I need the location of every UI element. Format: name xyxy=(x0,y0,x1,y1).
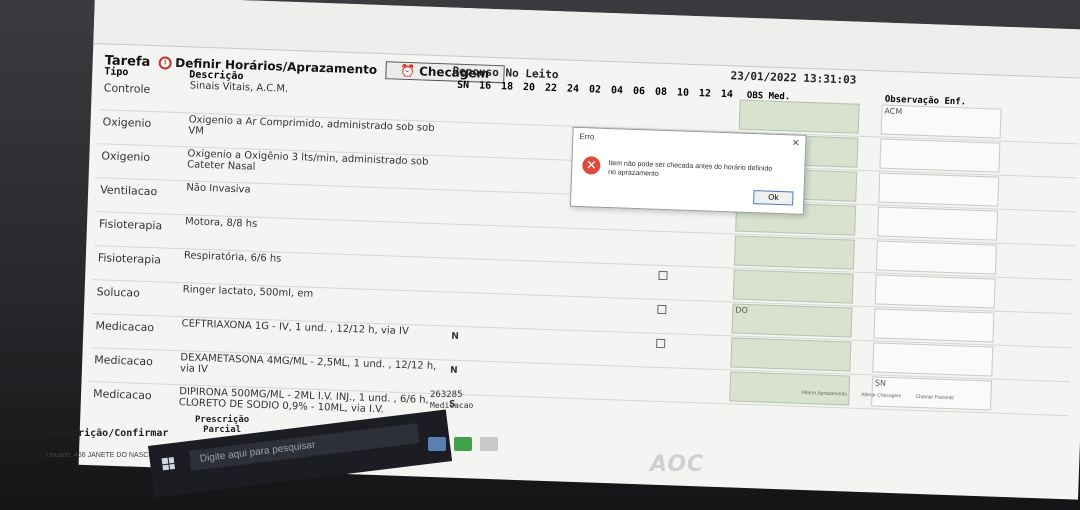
prescription-code-label: Medicacao xyxy=(430,401,474,410)
row-tipo: Controle xyxy=(103,81,151,96)
obs-med-text: DO xyxy=(735,305,749,315)
row-tipo: Oxigenio xyxy=(101,149,151,165)
datetime: 23/01/2022 13:31:03 xyxy=(730,69,857,87)
row-tipo: Fisioterapia xyxy=(98,217,163,233)
taskbar-icons xyxy=(428,437,498,451)
app-icon[interactable] xyxy=(480,437,498,451)
obs-med-cell[interactable] xyxy=(729,371,851,406)
error-dialog: Erro × ✕ Item não pode ser checada antes… xyxy=(569,126,807,215)
row-tipo: Medicacao xyxy=(95,319,155,335)
dialog-message: Item não pode ser checada antes do horár… xyxy=(607,160,773,178)
obs-enf-cell[interactable] xyxy=(877,206,999,241)
obs-med-cell[interactable] xyxy=(730,337,852,372)
close-icon[interactable]: × xyxy=(792,135,799,149)
chamar-paciente-link[interactable]: Chamar Paciente xyxy=(915,394,954,401)
prescricao-confirmar-button[interactable]: Prescrição/Confirmar xyxy=(48,428,168,439)
prescription-code: 263285 xyxy=(430,390,463,400)
obs-enf-cell[interactable] xyxy=(878,172,1000,207)
obs-med-cell[interactable]: DO xyxy=(731,303,853,338)
obs-enf-text: SN xyxy=(874,378,887,388)
check-box[interactable] xyxy=(656,338,666,349)
obs-enf-cell[interactable] xyxy=(874,274,996,309)
dialog-title: Erro xyxy=(579,131,595,142)
obs-enf-cell[interactable] xyxy=(872,342,994,377)
obs-enf-cell[interactable] xyxy=(873,308,995,343)
obs-med-cell[interactable] xyxy=(733,235,855,270)
row-flag: N xyxy=(449,365,458,376)
obs-enf-cell[interactable] xyxy=(875,240,997,275)
row-tipo: Medicacao xyxy=(94,353,154,369)
obs-med-text xyxy=(740,100,744,113)
chrome-icon[interactable] xyxy=(454,437,472,451)
obs-enf-cell[interactable]: ACM xyxy=(880,104,1002,139)
check-box[interactable] xyxy=(658,270,668,281)
obs-enf-cell[interactable] xyxy=(879,138,1001,173)
error-icon: ✕ xyxy=(582,156,601,175)
prescricao-parcial-button[interactable]: Prescrição Parcial xyxy=(195,415,249,435)
row-tipo: Fisioterapia xyxy=(97,251,162,267)
row-tipo: Ventilacao xyxy=(99,183,158,199)
row-tipo: Medicacao xyxy=(92,387,152,403)
clock-icon xyxy=(158,55,172,70)
monitor-brand-logo: AOC xyxy=(650,452,705,477)
row-flag: N xyxy=(451,331,460,342)
row-descricao: Sinais Vitais, A.C.M. xyxy=(189,80,289,95)
obs-med-cell[interactable] xyxy=(738,99,860,134)
ok-button[interactable]: Ok xyxy=(753,190,794,206)
obs-med-cell[interactable] xyxy=(732,269,854,304)
check-box[interactable] xyxy=(657,304,667,315)
obs-enf-text: ACM xyxy=(884,106,903,117)
windows-start-icon[interactable] xyxy=(161,456,175,471)
prescricao-parcial-line1: Prescrição xyxy=(195,415,250,425)
file-explorer-icon[interactable] xyxy=(428,437,446,451)
alarm-icon: ⏰ xyxy=(399,63,416,79)
row-tipo: Solucao xyxy=(96,285,141,300)
row-tipo: Oxigenio xyxy=(102,115,152,131)
